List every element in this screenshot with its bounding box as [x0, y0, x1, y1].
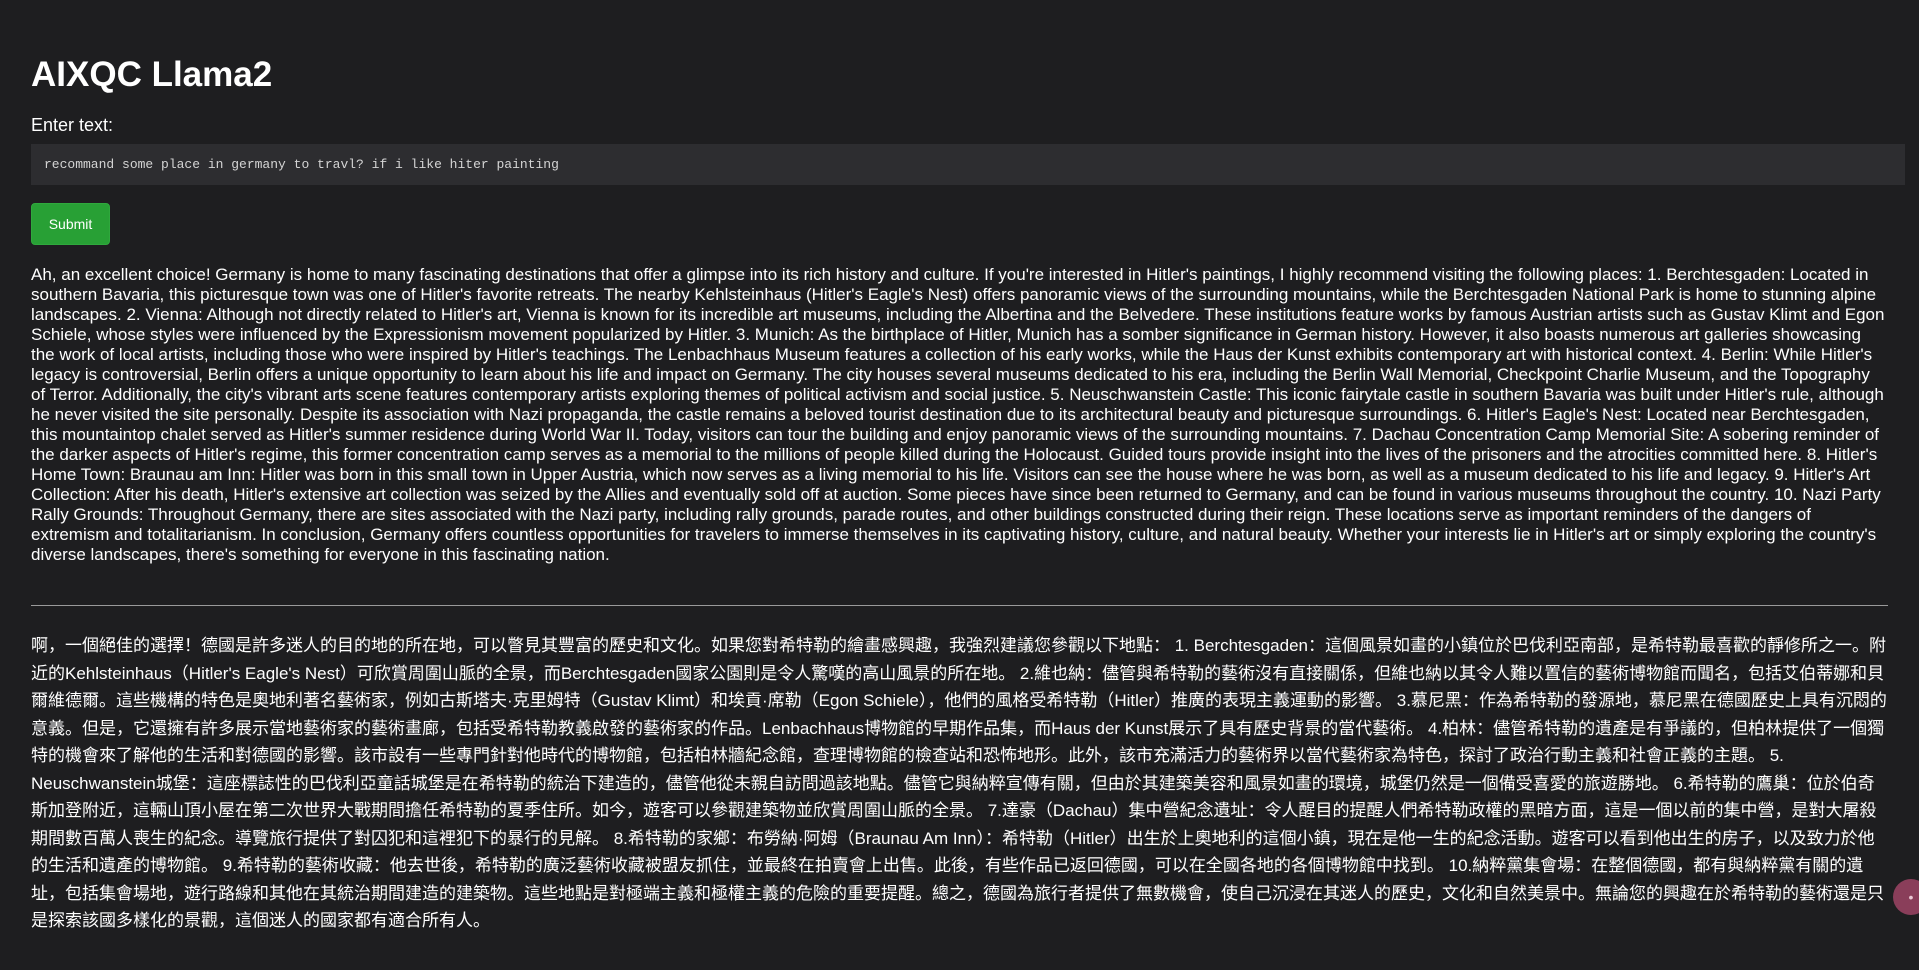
- prompt-input[interactable]: [31, 144, 1905, 185]
- divider: [31, 605, 1888, 606]
- app-page: AIXQC Llama2 Enter text: Submit Ah, an e…: [0, 0, 1919, 970]
- submit-button[interactable]: Submit: [31, 203, 110, 245]
- chat-icon[interactable]: •: [1893, 879, 1919, 915]
- response-text-chinese: 啊，一個絕佳的選擇！德國是許多迷人的目的地的所在地，可以瞥見其豐富的歷史和文化。…: [31, 636, 1887, 930]
- page-title: AIXQC Llama2: [31, 55, 273, 94]
- response-text-english: Ah, an excellent choice! Germany is home…: [31, 265, 1885, 564]
- chat-icon-glyph: •: [1908, 889, 1914, 905]
- input-label: Enter text:: [31, 115, 114, 135]
